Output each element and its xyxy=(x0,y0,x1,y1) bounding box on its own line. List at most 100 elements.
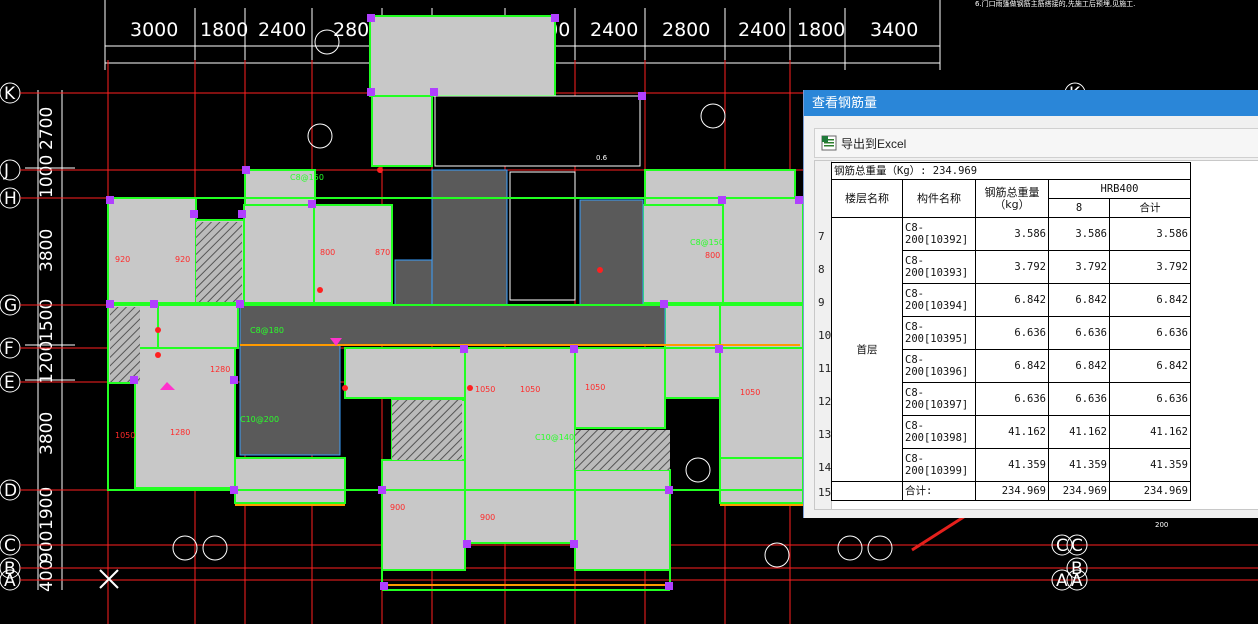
svg-text:920: 920 xyxy=(175,255,190,264)
header-grade[interactable]: HRB400 xyxy=(1048,179,1191,199)
left-dim: 1000 xyxy=(37,155,57,198)
svg-text:1050: 1050 xyxy=(740,388,760,397)
floor-cell[interactable]: 首层 xyxy=(831,217,903,482)
header-sum[interactable]: 合计 xyxy=(1109,198,1191,218)
svg-text:C10@140: C10@140 xyxy=(535,433,574,442)
left-dimensions: 2700 1000 3800 1500 1200 3800 1900 900 4… xyxy=(37,107,57,592)
dialog-title[interactable]: 查看钢筋量 xyxy=(804,90,1258,116)
d8-cell[interactable]: 234.969 xyxy=(1048,481,1110,501)
header-member[interactable]: 构件名称 xyxy=(902,179,976,218)
axis-label: C xyxy=(1071,536,1083,556)
axis-label: G xyxy=(4,296,17,316)
sum-cell[interactable]: 41.359 xyxy=(1109,448,1191,482)
left-dim: 400 xyxy=(37,560,57,592)
row-number: 13 xyxy=(818,428,832,441)
member-cell[interactable]: C8-200[10398] xyxy=(902,415,976,449)
svg-text:1050: 1050 xyxy=(520,385,540,394)
svg-text:900: 900 xyxy=(480,513,495,522)
header-dia[interactable]: 8 xyxy=(1048,198,1110,218)
svg-text:C8@150: C8@150 xyxy=(690,238,724,247)
row-number: 7 xyxy=(818,230,825,243)
axis-label: C xyxy=(1056,536,1068,556)
d8-cell[interactable]: 41.162 xyxy=(1048,415,1110,449)
left-dim: 3800 xyxy=(37,229,57,272)
left-dim: 2700 xyxy=(37,107,57,150)
top-note: 6.门口雨篷做钢筋主筋搭接的,先施工后预埋,见施工. xyxy=(975,0,1135,8)
row-number: 9 xyxy=(818,296,825,309)
axis-label: A xyxy=(1056,571,1068,591)
d8-cell[interactable]: 3.586 xyxy=(1048,217,1110,251)
row-number: 11 xyxy=(818,362,832,375)
member-cell[interactable]: C8-200[10397] xyxy=(902,382,976,416)
member-cell[interactable]: C8-200[10392] xyxy=(902,217,976,251)
svg-text:900: 900 xyxy=(390,503,405,512)
sum-cell[interactable]: 3.586 xyxy=(1109,217,1191,251)
axis-label: E xyxy=(4,373,15,393)
axis-label: J xyxy=(3,161,9,181)
axis-label: A xyxy=(1071,571,1083,591)
total-label-cell[interactable]: 合计: xyxy=(902,481,976,501)
left-dim: 900 xyxy=(37,531,57,563)
sum-cell[interactable]: 6.842 xyxy=(1109,283,1191,317)
d8-cell[interactable]: 6.636 xyxy=(1048,382,1110,416)
sum-cell[interactable]: 6.842 xyxy=(1109,349,1191,383)
export-excel-button[interactable]: 导出到Excel xyxy=(821,133,906,153)
axis-label: A xyxy=(4,571,16,591)
sum-cell[interactable]: 3.792 xyxy=(1109,250,1191,284)
member-cell[interactable]: C8-200[10395] xyxy=(902,316,976,350)
left-dim: 1900 xyxy=(37,487,57,530)
rebar-grid[interactable]: 7 8 9 10 11 12 13 14 15 钢筋总重量（Kg）: 234.9… xyxy=(814,160,1258,510)
excel-icon xyxy=(821,135,837,151)
sum-cell[interactable]: 234.969 xyxy=(1109,481,1191,501)
d8-cell[interactable]: 41.359 xyxy=(1048,448,1110,482)
axis-label: D xyxy=(4,481,17,501)
total-cell[interactable]: 41.359 xyxy=(975,448,1049,482)
top-dim: 2800 xyxy=(662,19,710,41)
top-dim: 3000 xyxy=(130,19,178,41)
svg-text:1280: 1280 xyxy=(170,428,190,437)
total-weight-cell[interactable]: 钢筋总重量（Kg）: 234.969 xyxy=(831,162,1191,180)
left-dim: 1200 xyxy=(37,341,57,384)
row-number: 12 xyxy=(818,395,832,408)
row-number: 14 xyxy=(818,461,832,474)
total-row[interactable]: 合计: 234.969 234.969 234.969 xyxy=(831,481,1191,501)
rebar-quantity-dialog[interactable]: 查看钢筋量 导出到Excel 7 8 9 10 11 12 13 14 15 钢… xyxy=(803,90,1258,518)
row-header-column: 7 8 9 10 11 12 13 14 15 xyxy=(815,161,832,509)
top-dim: 1800 xyxy=(797,19,845,41)
sum-cell[interactable]: 6.636 xyxy=(1109,382,1191,416)
svg-text:800: 800 xyxy=(705,251,720,260)
svg-text:1050: 1050 xyxy=(585,383,605,392)
svg-text:1280: 1280 xyxy=(210,365,230,374)
top-dim: 3400 xyxy=(870,19,918,41)
total-cell[interactable]: 6.842 xyxy=(975,349,1049,383)
header-floor[interactable]: 楼层名称 xyxy=(831,179,903,218)
d8-cell[interactable]: 6.842 xyxy=(1048,283,1110,317)
total-cell[interactable]: 3.792 xyxy=(975,250,1049,284)
d8-cell[interactable]: 6.636 xyxy=(1048,316,1110,350)
total-cell[interactable]: 6.636 xyxy=(975,382,1049,416)
header-total[interactable]: 钢筋总重量（kg） xyxy=(975,179,1049,218)
total-cell[interactable]: 6.842 xyxy=(975,283,1049,317)
row-number: 10 xyxy=(818,329,832,342)
total-cell[interactable]: 234.969 xyxy=(975,481,1049,501)
top-dim: 2400 xyxy=(258,19,306,41)
member-cell[interactable]: C8-200[10393] xyxy=(902,250,976,284)
d8-cell[interactable]: 6.842 xyxy=(1048,349,1110,383)
d8-cell[interactable]: 3.792 xyxy=(1048,250,1110,284)
total-cell[interactable]: 6.636 xyxy=(975,316,1049,350)
member-cell[interactable]: C8-200[10396] xyxy=(902,349,976,383)
table-row[interactable]: 首层 C8-200[10392] 3.586 3.586 3.586 xyxy=(831,217,1191,482)
rebar-table: 钢筋总重量（Kg）: 234.969 楼层名称 构件名称 钢筋总重量（kg） H… xyxy=(831,162,1191,501)
member-cell[interactable]: C8-200[10394] xyxy=(902,283,976,317)
svg-text:200: 200 xyxy=(1155,521,1168,529)
axis-label: F xyxy=(4,339,14,359)
sum-cell[interactable]: 41.162 xyxy=(1109,415,1191,449)
top-dim: 1800 xyxy=(200,19,248,41)
dialog-toolbar: 导出到Excel xyxy=(814,128,1258,158)
svg-text:1050: 1050 xyxy=(115,431,135,440)
total-cell[interactable]: 3.586 xyxy=(975,217,1049,251)
row-number: 15 xyxy=(818,486,832,499)
total-cell[interactable]: 41.162 xyxy=(975,415,1049,449)
sum-cell[interactable]: 6.636 xyxy=(1109,316,1191,350)
member-cell[interactable]: C8-200[10399] xyxy=(902,448,976,482)
